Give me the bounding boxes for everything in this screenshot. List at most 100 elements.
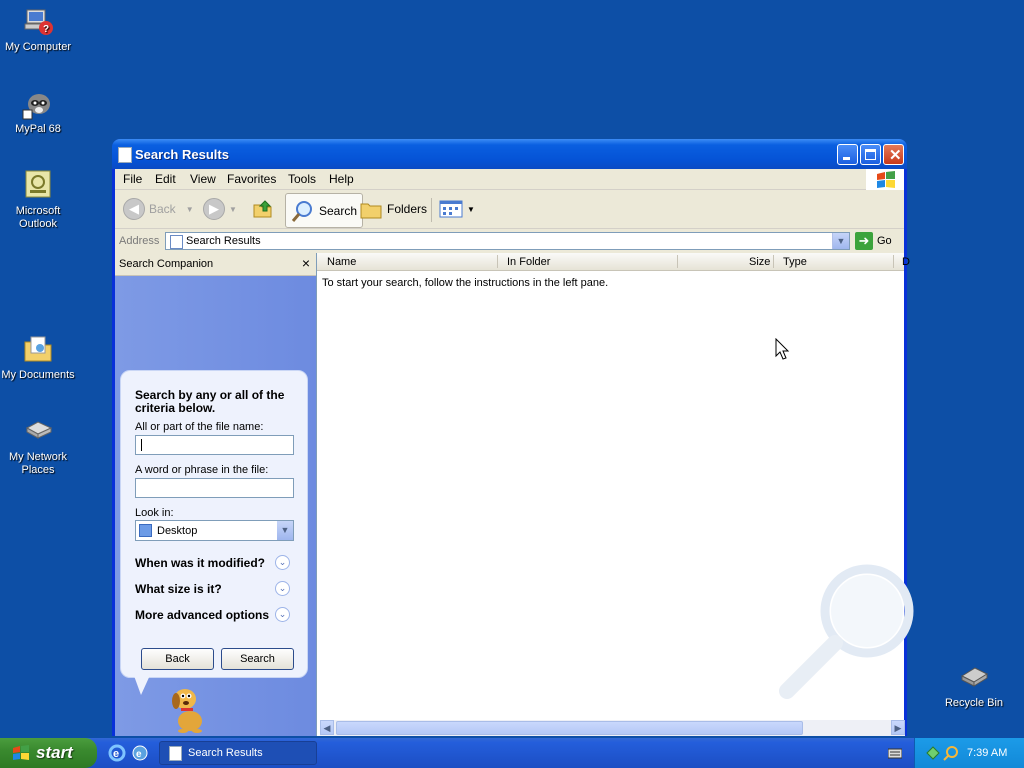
chevron-down-icon[interactable]: ⌄ xyxy=(275,607,290,622)
back-button[interactable]: ◀ Back ▼ xyxy=(123,196,194,222)
system-tray: 7:39 AM xyxy=(914,738,1024,768)
raccoon-icon xyxy=(22,94,50,120)
column-type[interactable]: Type xyxy=(783,256,807,268)
desktop-icon-recycle-bin[interactable]: Recycle Bin xyxy=(936,660,1012,710)
filename-input[interactable] xyxy=(135,435,294,455)
column-name[interactable]: Name xyxy=(327,256,356,268)
window-title: Search Results xyxy=(135,147,229,162)
desktop-icon-label: Recycle Bin xyxy=(944,697,1004,709)
companion-search-button[interactable]: Search xyxy=(221,648,294,670)
up-folder-button[interactable] xyxy=(251,196,275,222)
chevron-down-icon[interactable]: ⌄ xyxy=(275,555,290,570)
minimize-icon xyxy=(843,157,850,160)
go-arrow-icon: ➜ xyxy=(855,232,873,250)
column-divider[interactable] xyxy=(773,255,774,268)
standard-toolbar: ◀ Back ▼ ▶ ▼ Search Folders ▼ xyxy=(115,190,904,229)
menu-file[interactable]: File xyxy=(123,172,142,186)
go-label: Go xyxy=(877,235,892,247)
desktop-icon-label: MyPal 68 xyxy=(15,123,61,135)
toolbar-separator xyxy=(431,198,432,222)
folders-label: Folders xyxy=(387,202,428,216)
search-companion-title: Search Companion xyxy=(119,258,214,270)
column-divider[interactable] xyxy=(677,255,678,268)
close-pane-icon[interactable]: × xyxy=(302,255,310,271)
taskbar-button-search-results[interactable]: Search Results xyxy=(159,741,317,765)
back-label: Back xyxy=(149,202,176,216)
start-button[interactable]: start xyxy=(0,738,97,768)
menu-tools[interactable]: Tools xyxy=(288,172,316,186)
desktop-icon-label: My Documents xyxy=(1,369,75,381)
column-size[interactable]: Size xyxy=(749,256,770,268)
taskbar: start e e Search Results 7:39 AM xyxy=(0,738,1024,768)
address-field[interactable]: Search Results ▼ xyxy=(165,232,850,250)
menu-help[interactable]: Help xyxy=(329,172,354,186)
column-date[interactable]: D xyxy=(902,256,910,268)
magnifier-watermark-icon xyxy=(779,564,914,699)
horizontal-scrollbar[interactable]: ◀ ▶ xyxy=(320,720,905,736)
desktop-icon-network-places[interactable]: My Network Places xyxy=(0,414,76,477)
column-in-folder[interactable]: In Folder xyxy=(507,256,550,268)
search-label: Search xyxy=(319,203,358,218)
column-divider[interactable] xyxy=(497,255,498,268)
menu-favorites[interactable]: Favorites xyxy=(227,172,276,186)
address-label: Address xyxy=(119,235,160,247)
svg-text:e: e xyxy=(136,749,142,760)
lookin-label: Look in: xyxy=(135,507,174,519)
forward-arrow-icon: ▶ xyxy=(203,198,225,220)
maximize-button[interactable] xyxy=(860,144,881,165)
phrase-label: A word or phrase in the file: xyxy=(135,464,269,476)
clock: 7:39 AM xyxy=(967,747,1008,759)
results-column-header: Name In Folder Size Type D xyxy=(317,253,910,271)
lookin-select[interactable]: Desktop ▼ xyxy=(135,520,294,541)
search-dog-icon[interactable] xyxy=(163,685,218,733)
network-tray-icon[interactable] xyxy=(925,745,941,761)
windows-flag-icon xyxy=(13,745,29,760)
desktop-icon-mypal[interactable]: MyPal 68 xyxy=(0,86,76,136)
outlook-express-icon[interactable]: e xyxy=(131,744,149,762)
option-advanced[interactable]: More advanced options xyxy=(135,608,269,622)
filename-label: All or part of the file name: xyxy=(135,421,264,433)
desktop-icon-label: Microsoft Outlook xyxy=(15,205,61,230)
back-arrow-icon: ◀ xyxy=(123,198,145,220)
views-button[interactable]: ▼ xyxy=(439,196,475,222)
companion-back-button[interactable]: Back xyxy=(141,648,214,670)
search-tray-icon[interactable] xyxy=(943,745,959,761)
my-documents-icon xyxy=(24,336,52,362)
scrollbar-thumb[interactable] xyxy=(336,721,803,735)
menu-bar: File Edit View Favorites Tools Help xyxy=(115,169,904,191)
folders-icon xyxy=(360,203,382,219)
menu-view[interactable]: View xyxy=(190,172,216,186)
my-computer-icon: ? xyxy=(24,9,53,35)
search-icon xyxy=(291,200,312,222)
search-heading: Search by any or all of the criteria bel… xyxy=(135,388,285,415)
folders-button[interactable]: Folders xyxy=(359,196,427,222)
desktop-icon-outlook[interactable]: Microsoft Outlook xyxy=(0,168,76,231)
search-toolbar-button[interactable]: Search xyxy=(285,193,364,228)
desktop-icon-label: My Network Places xyxy=(8,451,68,476)
minimize-button[interactable] xyxy=(837,144,858,165)
address-dropdown-icon[interactable]: ▼ xyxy=(832,233,849,249)
scroll-left-icon[interactable]: ◀ xyxy=(320,720,334,735)
recycle-bin-icon xyxy=(960,667,989,687)
bubble-tail xyxy=(133,673,151,695)
menu-edit[interactable]: Edit xyxy=(155,172,176,186)
internet-explorer-icon[interactable]: e xyxy=(108,744,126,762)
window-body: File Edit View Favorites Tools Help ◀ Ba… xyxy=(115,169,914,736)
search-results-page-icon xyxy=(170,235,183,249)
go-button[interactable]: ➜ Go xyxy=(855,232,892,250)
desktop-icon-my-computer[interactable]: ? My Computer xyxy=(0,4,76,54)
option-size[interactable]: What size is it? xyxy=(135,582,222,596)
close-button[interactable]: ✕ xyxy=(883,144,904,165)
forward-button[interactable]: ▶ ▼ xyxy=(203,196,237,222)
desktop-icon-my-documents[interactable]: My Documents xyxy=(0,332,76,382)
title-bar[interactable]: Search Results ✕ xyxy=(112,139,907,169)
scroll-right-icon[interactable]: ▶ xyxy=(891,720,905,735)
phrase-input[interactable] xyxy=(135,478,294,498)
column-divider[interactable] xyxy=(893,255,894,268)
start-label: start xyxy=(36,743,73,762)
chevron-down-icon[interactable]: ⌄ xyxy=(275,581,290,596)
keyboard-icon[interactable] xyxy=(888,747,902,759)
option-modified[interactable]: When was it modified? xyxy=(135,556,265,570)
lookin-dropdown-icon[interactable]: ▼ xyxy=(277,521,293,540)
search-results-page-icon xyxy=(169,745,182,761)
